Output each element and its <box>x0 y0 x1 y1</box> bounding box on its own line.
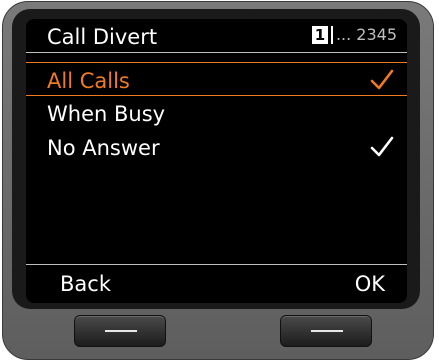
dash-icon <box>311 330 343 332</box>
menu-item-when-busy[interactable]: When Busy <box>26 96 407 130</box>
screen-header: Call Divert 1 ... 2345 <box>26 19 407 53</box>
menu-item-label: All Calls <box>47 69 130 93</box>
check-icon <box>370 136 394 157</box>
other-lines: ... 2345 <box>335 25 397 44</box>
dash-icon <box>105 330 137 332</box>
display-screen: Call Divert 1 ... 2345 All Calls When Bu… <box>26 19 407 303</box>
phone-device: Call Divert 1 ... 2345 All Calls When Bu… <box>2 1 434 360</box>
active-line-badge: 1 <box>311 26 328 44</box>
display-bezel: Call Divert 1 ... 2345 All Calls When Bu… <box>12 9 420 309</box>
softkey-back-label[interactable]: Back <box>60 271 111 297</box>
left-softkey-button[interactable] <box>74 315 166 347</box>
line-indicator: 1 ... 2345 <box>311 25 397 45</box>
line-separator <box>330 26 333 44</box>
menu-item-no-answer[interactable]: No Answer <box>26 130 407 164</box>
softkey-ok-label[interactable]: OK <box>355 271 385 297</box>
screen-title: Call Divert <box>47 25 158 49</box>
check-icon <box>370 69 394 90</box>
right-softkey-button[interactable] <box>280 315 372 347</box>
menu-item-all-calls[interactable]: All Calls <box>26 62 407 96</box>
softkey-bar: Back OK <box>26 264 407 303</box>
menu-item-label: When Busy <box>47 102 166 126</box>
menu-item-label: No Answer <box>47 136 160 160</box>
